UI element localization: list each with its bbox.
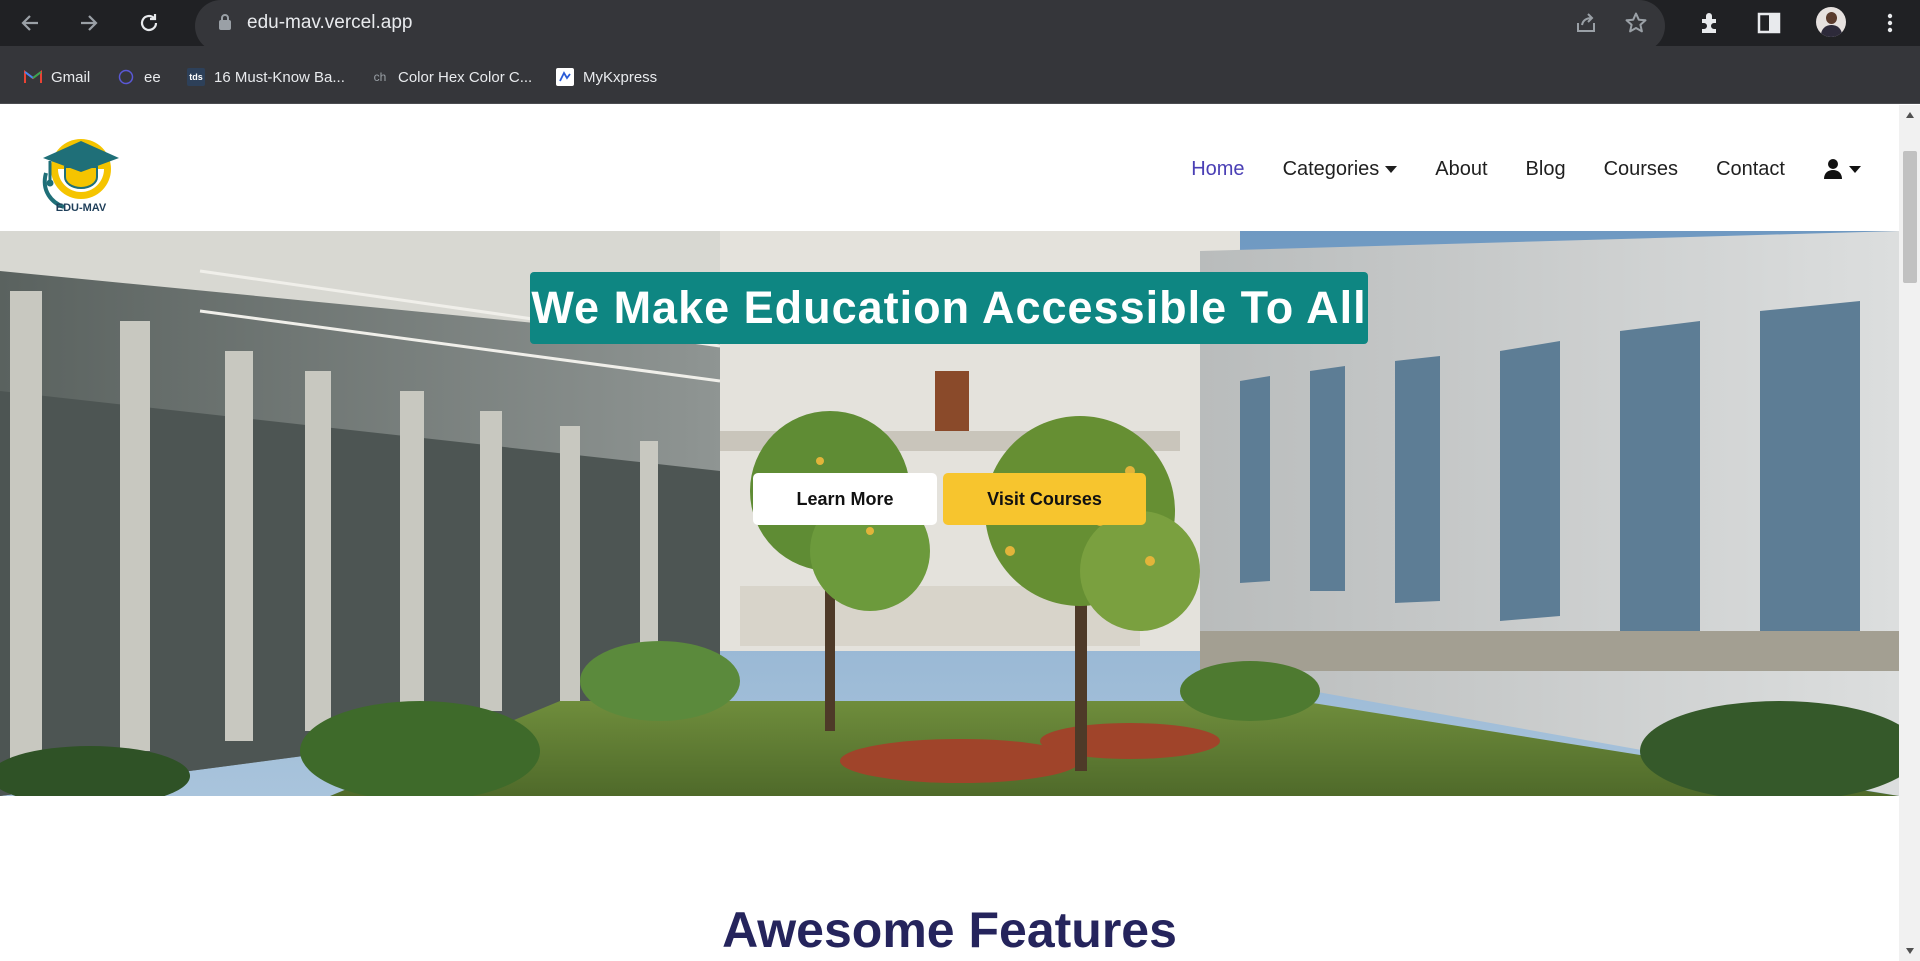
- extensions-icon[interactable]: [1697, 10, 1723, 36]
- user-menu-button[interactable]: [1823, 158, 1861, 180]
- bookmark-label: Color Hex Color C...: [398, 68, 533, 86]
- nav-categories[interactable]: Categories: [1283, 157, 1398, 181]
- nav-menu: Home Categories About Blog Courses Conta…: [1153, 157, 1861, 181]
- circle-icon: [117, 68, 135, 86]
- learn-more-button[interactable]: Learn More: [753, 473, 937, 525]
- nav-about[interactable]: About: [1435, 157, 1487, 181]
- scroll-up-icon[interactable]: [1903, 108, 1917, 122]
- bookmark-label: Gmail: [51, 68, 91, 86]
- address-bar[interactable]: [195, 0, 1665, 52]
- caret-down-icon: [1385, 165, 1398, 173]
- nav-categories-label: Categories: [1282, 158, 1380, 180]
- hero-headline: We Make Education Accessible To All: [530, 272, 1368, 344]
- side-panel-icon[interactable]: [1756, 10, 1782, 36]
- svg-text:EDU-MAV: EDU-MAV: [56, 202, 107, 213]
- mykxpress-icon: [556, 68, 574, 86]
- gmail-icon: [24, 68, 42, 86]
- menu-dots-icon[interactable]: [1880, 10, 1900, 36]
- site-navbar: EDU-MAV Home Categories About Blog Cours…: [0, 105, 1899, 231]
- nav-blog[interactable]: Blog: [1526, 157, 1566, 181]
- bookmark-label: MyKxpress: [583, 68, 658, 86]
- web-page: EDU-MAV Home Categories About Blog Cours…: [0, 105, 1899, 961]
- scroll-thumb[interactable]: [1903, 151, 1917, 283]
- bookmark-mykxpress[interactable]: MyKxpress: [556, 66, 657, 88]
- share-icon[interactable]: [1574, 11, 1598, 35]
- star-icon[interactable]: [1624, 11, 1648, 35]
- bookmark-gmail[interactable]: Gmail: [24, 66, 90, 88]
- user-icon: [1824, 159, 1842, 179]
- bookmark-tds[interactable]: tds 16 Must-Know Ba...: [187, 66, 345, 88]
- nav-home[interactable]: Home: [1191, 157, 1244, 181]
- profile-avatar[interactable]: [1816, 7, 1846, 37]
- bookmark-colorhex[interactable]: ch Color Hex Color C...: [371, 66, 533, 88]
- bookmark-ee[interactable]: ee: [117, 66, 161, 88]
- reload-button[interactable]: [126, 7, 172, 39]
- hero-section: We Make Education Accessible To All Lear…: [0, 231, 1899, 796]
- bookmark-label: 16 Must-Know Ba...: [214, 68, 345, 86]
- scroll-down-icon[interactable]: [1903, 944, 1917, 958]
- reload-icon: [140, 14, 158, 32]
- url-text[interactable]: edu-mav.vercel.app: [247, 11, 412, 35]
- features-heading: Awesome Features: [722, 902, 1177, 958]
- back-arrow-icon: [21, 15, 38, 31]
- ch-icon: ch: [373, 70, 387, 84]
- bookmarks-bar: Gmail ee tds 16 Must-Know Ba... ch Color…: [0, 46, 1920, 104]
- bookmark-label: ee: [144, 68, 161, 86]
- tds-icon: tds: [187, 68, 205, 86]
- nav-contact[interactable]: Contact: [1716, 157, 1785, 181]
- forward-arrow-icon: [81, 15, 98, 31]
- visit-courses-button[interactable]: Visit Courses: [943, 473, 1146, 525]
- caret-down-icon: [1849, 165, 1861, 173]
- forward-button[interactable]: [66, 7, 112, 39]
- lock-icon: [219, 14, 231, 30]
- edu-mav-logo[interactable]: EDU-MAV: [38, 127, 124, 213]
- back-button[interactable]: [7, 7, 53, 39]
- nav-courses[interactable]: Courses: [1604, 157, 1678, 181]
